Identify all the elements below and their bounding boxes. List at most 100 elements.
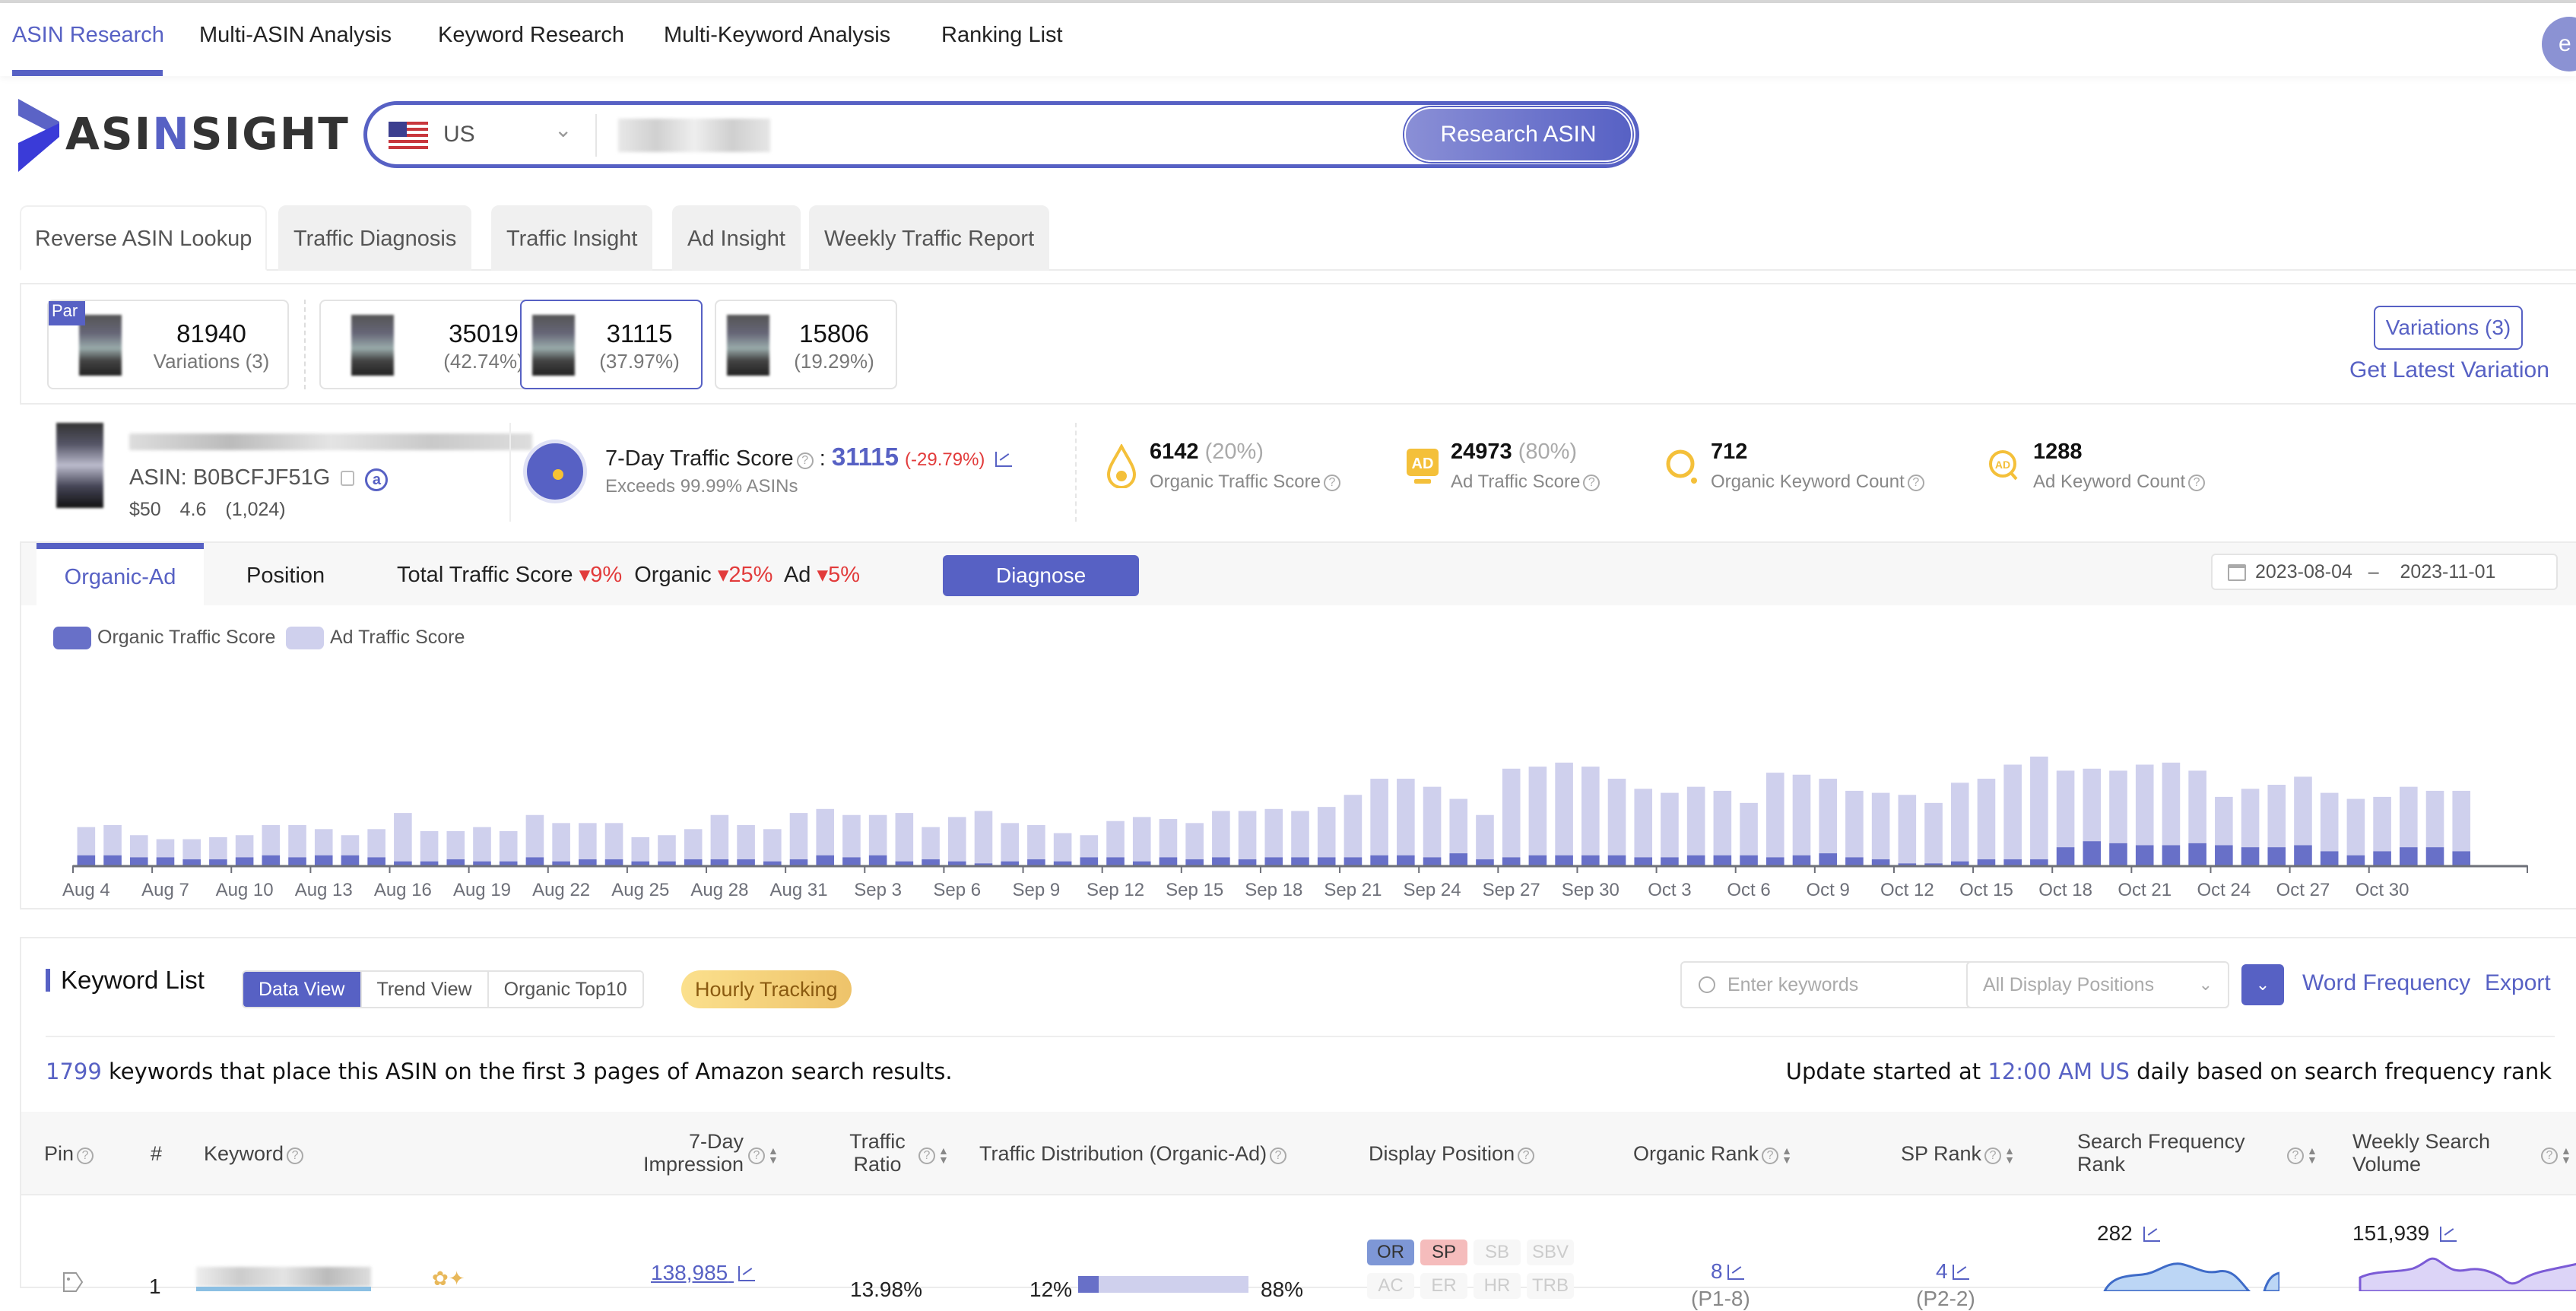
- bar-organic-traffic[interactable]: [1370, 855, 1388, 865]
- variations-button[interactable]: Variations (3): [2374, 306, 2523, 350]
- bar-organic-traffic[interactable]: [209, 859, 227, 865]
- bar-ad-traffic[interactable]: [314, 829, 333, 855]
- bar-ad-traffic[interactable]: [2267, 785, 2286, 848]
- nav-ranking-list[interactable]: Ranking List: [941, 23, 1063, 48]
- diagnose-button[interactable]: Diagnose: [943, 555, 1139, 596]
- bar-organic-traffic[interactable]: [816, 855, 835, 865]
- bar-ad-traffic[interactable]: [684, 829, 703, 860]
- bar-ad-traffic[interactable]: [1845, 790, 1864, 858]
- bar-organic-traffic[interactable]: [1686, 855, 1705, 865]
- bar-organic-traffic[interactable]: [2320, 851, 2339, 865]
- nav-asin-research[interactable]: ASIN Research: [12, 23, 164, 48]
- bar-organic-traffic[interactable]: [1634, 857, 1653, 865]
- bar-ad-traffic[interactable]: [1238, 811, 1257, 860]
- bar-ad-traffic[interactable]: [2056, 770, 2075, 848]
- bar-ad-traffic[interactable]: [1423, 786, 1442, 858]
- bar-organic-traffic[interactable]: [1792, 855, 1811, 865]
- bar-ad-traffic[interactable]: [1264, 808, 1283, 858]
- sp-rank-value[interactable]: 4: [1936, 1259, 1969, 1284]
- bar-organic-traffic[interactable]: [1132, 861, 1151, 865]
- bar-organic-traffic[interactable]: [842, 857, 861, 865]
- col-impression-sort[interactable]: ? ▲ ▼: [745, 1142, 779, 1165]
- bar-organic-traffic[interactable]: [684, 859, 703, 865]
- bar-ad-traffic[interactable]: [552, 823, 570, 862]
- bar-ad-traffic[interactable]: [816, 808, 835, 855]
- bar-ad-traffic[interactable]: [209, 836, 227, 860]
- bar-ad-traffic[interactable]: [947, 817, 966, 862]
- bar-ad-traffic[interactable]: [367, 829, 385, 858]
- trend-view-button[interactable]: Trend View: [360, 972, 487, 1007]
- tab-reverse-asin-lookup[interactable]: Reverse ASIN Lookup: [20, 205, 268, 271]
- bar-organic-traffic[interactable]: [2083, 841, 2102, 865]
- bar-organic-traffic[interactable]: [1080, 857, 1099, 865]
- help-icon[interactable]: ?: [287, 1148, 304, 1164]
- bar-ad-traffic[interactable]: [1106, 821, 1125, 858]
- bar-ad-traffic[interactable]: [1898, 795, 1917, 864]
- bar-organic-traffic[interactable]: [737, 859, 755, 865]
- bar-organic-traffic[interactable]: [1212, 857, 1230, 865]
- trend-chart-icon[interactable]: [995, 452, 1013, 467]
- bar-organic-traffic[interactable]: [1397, 855, 1415, 865]
- bar-organic-traffic[interactable]: [235, 857, 254, 865]
- bar-organic-traffic[interactable]: [1264, 857, 1283, 865]
- bar-organic-traffic[interactable]: [446, 859, 465, 865]
- variation-card[interactable]: 15806 (19.29%): [715, 300, 897, 389]
- bar-organic-traffic[interactable]: [947, 861, 966, 865]
- bar-ad-traffic[interactable]: [2109, 770, 2127, 843]
- bar-ad-traffic[interactable]: [1924, 802, 1943, 864]
- legend-ad[interactable]: Ad Traffic Score: [286, 627, 465, 649]
- bar-organic-traffic[interactable]: [103, 855, 122, 865]
- bar-ad-traffic[interactable]: [235, 835, 254, 858]
- asin-input[interactable]: [618, 119, 770, 152]
- sfr-value[interactable]: 282: [2097, 1221, 2160, 1246]
- bar-ad-traffic[interactable]: [922, 827, 940, 860]
- bar-ad-traffic[interactable]: [394, 813, 412, 862]
- bar-organic-traffic[interactable]: [1845, 857, 1864, 865]
- col-traffic-ratio-sort[interactable]: ? ▲ ▼: [915, 1142, 949, 1165]
- bar-ad-traffic[interactable]: [288, 825, 306, 858]
- bar-ad-traffic[interactable]: [1528, 767, 1547, 855]
- col-volume-sort[interactable]: ? ▲ ▼: [2538, 1142, 2571, 1165]
- bar-organic-traffic[interactable]: [1053, 861, 1072, 865]
- chevron-down-icon[interactable]: ⌄: [554, 117, 572, 142]
- bar-ad-traffic[interactable]: [1449, 798, 1468, 854]
- bar-ad-traffic[interactable]: [1159, 819, 1178, 858]
- bar-ad-traffic[interactable]: [1027, 825, 1045, 860]
- bar-ad-traffic[interactable]: [341, 835, 360, 855]
- weekly-volume-value[interactable]: 151,939: [2352, 1221, 2457, 1246]
- organic-rank-value[interactable]: 8: [1711, 1259, 1744, 1284]
- bar-ad-traffic[interactable]: [2241, 789, 2260, 848]
- tab-traffic-diagnosis[interactable]: Traffic Diagnosis: [278, 205, 472, 271]
- col-sp-rank[interactable]: SP Rank? ▲ ▼: [1901, 1142, 2015, 1165]
- legend-organic[interactable]: Organic Traffic Score: [53, 627, 275, 649]
- pin-icon[interactable]: [59, 1271, 85, 1293]
- bar-organic-traffic[interactable]: [2346, 855, 2365, 865]
- bar-ad-traffic[interactable]: [2294, 776, 2312, 846]
- help-icon[interactable]: ?: [1323, 475, 1340, 491]
- keyword-text[interactable]: [196, 1267, 371, 1287]
- nav-multi-keyword-analysis[interactable]: Multi-Keyword Analysis: [664, 23, 890, 48]
- bar-ad-traffic[interactable]: [2188, 770, 2206, 843]
- col-weekly-search-volume[interactable]: Weekly Search Volume: [2352, 1130, 2505, 1176]
- bar-organic-traffic[interactable]: [1661, 857, 1679, 865]
- date-range-picker[interactable]: 2023-08-04 – 2023-11-01: [2211, 554, 2558, 590]
- bar-organic-traffic[interactable]: [922, 859, 940, 865]
- bar-organic-traffic[interactable]: [895, 861, 914, 865]
- bar-organic-traffic[interactable]: [367, 857, 385, 865]
- amazon-link-icon[interactable]: a: [365, 468, 389, 491]
- bar-ad-traffic[interactable]: [1819, 779, 1837, 854]
- marketplace-select[interactable]: US: [443, 122, 475, 148]
- bar-organic-traffic[interactable]: [631, 861, 650, 865]
- bar-ad-traffic[interactable]: [156, 839, 175, 858]
- bar-ad-traffic[interactable]: [868, 814, 887, 855]
- bar-organic-traffic[interactable]: [2162, 845, 2181, 866]
- bar-organic-traffic[interactable]: [1581, 855, 1600, 865]
- bar-organic-traffic[interactable]: [579, 859, 597, 865]
- bar-organic-traffic[interactable]: [1819, 853, 1837, 865]
- bar-organic-traffic[interactable]: [129, 857, 148, 865]
- bar-ad-traffic[interactable]: [2373, 796, 2391, 852]
- bar-organic-traffic[interactable]: [1291, 857, 1309, 865]
- bar-organic-traffic[interactable]: [1502, 857, 1521, 865]
- bar-ad-traffic[interactable]: [604, 823, 623, 860]
- bar-organic-traffic[interactable]: [420, 861, 439, 865]
